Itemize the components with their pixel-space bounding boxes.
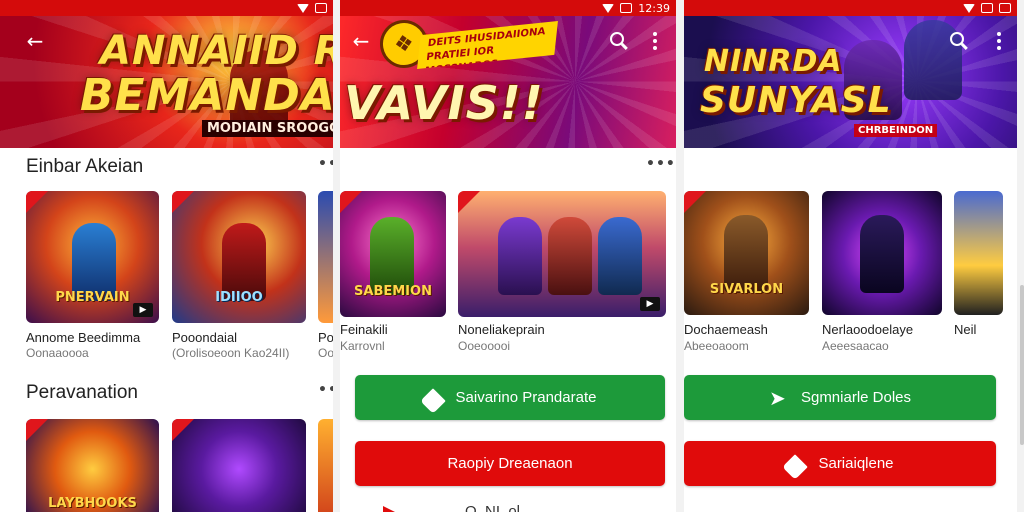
secondary-action-label: Sariaiqlene	[818, 455, 894, 472]
game-art-title: LAYBHOOKS	[48, 496, 137, 511]
wifi-icon	[602, 3, 615, 13]
game-art-title: SIVARLON	[709, 282, 784, 297]
pencil-icon	[419, 387, 446, 414]
game-title[interactable]: Noneliakeprain	[458, 322, 658, 337]
phone-screen-1: ANNAIID R& BEMANDAL MODIAIN SROOGGIBA ← …	[0, 0, 333, 512]
game-card[interactable]: IDIIOO	[172, 191, 306, 323]
game-art-title: PNERVAIN	[55, 290, 130, 305]
third-action-label: O. NI. ol.	[465, 503, 525, 512]
hero-banner[interactable]: ANNAIID R& BEMANDAL MODIAIN SROOGGIBA	[0, 0, 333, 148]
signal-icon	[981, 3, 993, 13]
more-options-icon[interactable]: ••	[318, 382, 333, 398]
battery-icon	[999, 3, 1011, 13]
more-vert-icon[interactable]	[988, 30, 1010, 52]
game-subtitle: Karrovnl	[340, 339, 385, 353]
game-title[interactable]: Annome Beedimma	[26, 330, 161, 345]
secondary-action-button[interactable]: Raopiy Dreaenaon	[355, 441, 665, 486]
game-card[interactable]	[318, 419, 333, 512]
status-bar	[0, 0, 333, 16]
character-figure	[498, 217, 542, 295]
game-artwork	[172, 419, 306, 512]
game-art-title: IDIIOO	[215, 290, 263, 305]
more-options-icon[interactable]: ••	[318, 156, 333, 172]
search-icon[interactable]	[608, 30, 630, 52]
game-title[interactable]: Dochaemeash	[684, 322, 809, 337]
game-card[interactable]: PNERVAIN ▶	[26, 191, 159, 323]
game-title[interactable]: Feinakili	[340, 322, 450, 337]
game-subtitle: Oo	[318, 346, 333, 360]
game-title[interactable]: Po	[318, 330, 333, 345]
game-card[interactable]	[172, 419, 306, 512]
hero-banner[interactable]: NINRDA SUNYASL CHRBEINDON	[684, 0, 1017, 148]
banner-title: VAVIS!!	[344, 76, 544, 130]
banner-title-line2: BEMANDAL	[80, 70, 333, 121]
banner-title-line2: SUNYASL	[700, 80, 892, 121]
primary-action-label: Saivarino Prandarate	[455, 389, 597, 406]
screenshot-collage: ANNAIID R& BEMANDAL MODIAIN SROOGGIBA ← …	[0, 0, 1024, 512]
phone-screen-3: NINRDA SUNYASL CHRBEINDON SIVARLON Docha…	[684, 0, 1017, 512]
game-card[interactable]	[954, 191, 1003, 315]
wifi-icon	[297, 3, 309, 13]
game-card[interactable]	[318, 191, 333, 323]
secondary-action-button[interactable]: Sariaiqlene	[684, 441, 996, 486]
game-title[interactable]: Neil	[954, 322, 1014, 337]
character-figure	[598, 217, 642, 295]
badge-icon: ▶	[133, 303, 153, 317]
status-bar: 12:39	[340, 0, 676, 16]
more-vert-icon[interactable]	[644, 30, 666, 52]
signal-icon	[620, 3, 633, 13]
pencil-icon	[782, 453, 809, 480]
search-icon[interactable]	[948, 30, 970, 52]
game-card[interactable]: SABEMION	[340, 191, 446, 317]
character-figure	[548, 217, 592, 295]
banner-subtitle: MODIAIN SROOGGIBA	[202, 120, 333, 137]
primary-action-button[interactable]: ➤ Sgmniarle Doles	[684, 375, 996, 420]
character-figure	[860, 215, 904, 293]
phone-screen-2: ❖ DEITS IHUSIDAIIONA PRATIEI IOR MOSSNAR…	[340, 0, 676, 512]
banner-subtitle: CHRBEINDON	[854, 124, 938, 137]
primary-action-button[interactable]: Saivarino Prandarate	[355, 375, 665, 420]
hero-banner[interactable]: ❖ DEITS IHUSIDAIIONA PRATIEI IOR MOSSNAR…	[340, 0, 676, 148]
back-arrow-icon[interactable]: ←	[24, 30, 46, 52]
badge-icon: ▶	[640, 297, 660, 311]
game-artwork	[318, 191, 333, 323]
game-subtitle: Aeeesaacao	[822, 339, 889, 353]
game-subtitle: (Orolisoeoon Kao24II)	[172, 346, 290, 360]
game-art-title: SABEMION	[354, 284, 432, 299]
scrollbar[interactable]	[1020, 285, 1024, 445]
game-subtitle: Abeeoaoom	[684, 339, 749, 353]
section-title: Peravanation	[26, 382, 138, 403]
section-title: Einbar Akeian	[26, 156, 144, 177]
play-icon	[383, 506, 395, 512]
secondary-action-label: Raopiy Dreaenaon	[447, 455, 573, 472]
game-card[interactable]: ▶	[458, 191, 666, 317]
game-card[interactable]: SIVARLON	[684, 191, 809, 315]
game-card[interactable]: LAYBHOOKS	[26, 419, 159, 512]
third-action-button[interactable]: O. NI. ol.	[355, 490, 665, 512]
game-subtitle: Oonaaoooa	[26, 346, 89, 360]
banner-title-line1: ANNAIID R&	[100, 28, 333, 74]
clock: 12:39	[638, 1, 670, 15]
game-subtitle: Ooeooooi	[458, 339, 511, 353]
game-artwork	[954, 191, 1003, 315]
wifi-icon	[963, 3, 975, 13]
primary-action-label: Sgmniarle Doles	[800, 389, 912, 406]
banner-title-line1: NINRDA	[704, 44, 843, 79]
game-title[interactable]: Nerlaoodoelaye	[822, 322, 947, 337]
more-options-icon[interactable]: •••	[646, 156, 676, 172]
game-card[interactable]	[822, 191, 942, 315]
send-arrow-icon: ➤	[768, 385, 786, 410]
game-artwork	[318, 419, 333, 512]
battery-icon	[315, 3, 327, 13]
back-arrow-icon[interactable]: ←	[350, 30, 372, 52]
status-bar	[684, 0, 1017, 16]
game-title[interactable]: Pooondaial	[172, 330, 307, 345]
